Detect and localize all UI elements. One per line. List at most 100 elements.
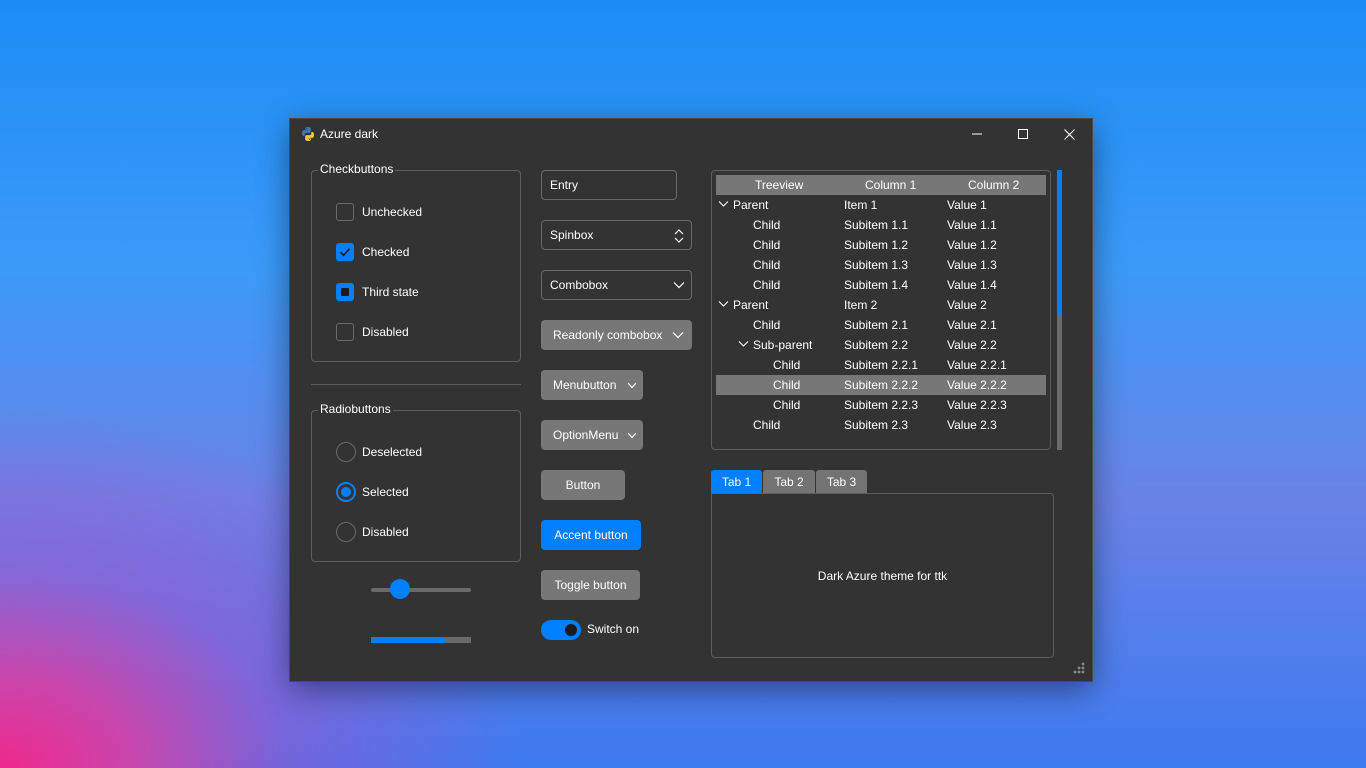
checkbutton-checked[interactable]: Checked (336, 241, 409, 263)
checkbutton-disabled: Disabled (336, 321, 409, 343)
treeview-header-column1[interactable]: Column 1 (865, 178, 916, 192)
chevron-down-icon[interactable] (718, 200, 729, 208)
checkbutton-third-state[interactable]: Third state (336, 281, 419, 303)
tree-row[interactable]: Child Subitem 1.1 Value 1.1 (716, 215, 1046, 235)
tab-3[interactable]: Tab 3 (816, 470, 867, 493)
radio-selected-circle (336, 482, 356, 502)
tab-1[interactable]: Tab 1 (711, 470, 762, 493)
tree-row[interactable]: Child Subitem 2.2.2 Value 2.2.2 (716, 375, 1046, 395)
tree-cell-col2: Value 2.2.3 (947, 398, 1007, 412)
toggle-button[interactable]: Toggle button (541, 570, 640, 600)
tree-cell-col1: Subitem 1.2 (844, 238, 909, 252)
treeview-header-column2[interactable]: Column 2 (968, 178, 1019, 192)
radio-disabled-circle (336, 522, 356, 542)
treeview[interactable]: Treeview Column 1 Column 2 Parent Item 1 V… (711, 170, 1051, 450)
tree-row[interactable]: Child Subitem 1.3 Value 1.3 (716, 255, 1046, 275)
readonly-combobox-text: Readonly combobox (553, 328, 663, 342)
chevron-down-icon[interactable] (718, 300, 729, 308)
maximize-icon (1018, 129, 1028, 139)
button[interactable]: Button (541, 470, 625, 500)
chevron-down-icon[interactable] (673, 281, 685, 289)
tree-cell-col1: Item 1 (844, 198, 878, 212)
tab-content-text: Dark Azure theme for ttk (817, 569, 948, 583)
tree-cell-col1: Subitem 2.2.3 (844, 398, 919, 412)
radiobutton-disabled: Disabled (336, 521, 409, 543)
tree-cell-name: Child (753, 318, 781, 332)
tree-cell-col2: Value 2.2 (947, 338, 997, 352)
tree-cell-name: Child (753, 418, 781, 432)
checkbuttons-frame-title: Checkbuttons (318, 162, 396, 176)
checkbutton-label: Checked (362, 245, 410, 259)
tree-row[interactable]: Sub-parent Subitem 2.2 Value 2.2 (716, 335, 1046, 355)
tree-row[interactable]: Child Subitem 2.1 Value 2.1 (716, 315, 1046, 335)
checkbutton-label: Disabled (362, 325, 409, 339)
tree-cell-name: Child (753, 238, 781, 252)
close-button[interactable] (1046, 119, 1092, 149)
tab-label: Tab 3 (826, 474, 857, 489)
radiobutton-deselected[interactable]: Deselected (336, 441, 422, 463)
checkbox-unchecked-box (336, 203, 354, 221)
entry-input[interactable]: Entry (541, 170, 677, 200)
tree-row[interactable]: Child Subitem 2.3 Value 2.3 (716, 415, 1046, 435)
optionmenu-text: OptionMenu (553, 428, 619, 442)
checkbutton-label: Unchecked (362, 205, 423, 219)
radio-deselected-circle (336, 442, 356, 462)
tree-cell-name: Parent (733, 198, 769, 212)
tree-cell-col2: Value 2.3 (947, 418, 997, 432)
tree-cell-col1: Subitem 1.3 (844, 258, 909, 272)
tab-2[interactable]: Tab 2 (763, 470, 815, 493)
python-logo-icon (302, 127, 314, 141)
readonly-combobox[interactable]: Readonly combobox (541, 320, 692, 350)
chevron-down-icon[interactable] (738, 340, 749, 348)
switch-knob (565, 624, 577, 636)
tree-cell-col2: Value 1 (947, 198, 987, 212)
tree-cell-name: Child (773, 398, 801, 412)
radiobutton-label: Disabled (362, 525, 409, 539)
minimize-button[interactable] (954, 119, 1000, 149)
scale-handle[interactable] (390, 579, 410, 599)
progressbar-fill (371, 637, 446, 643)
checkbutton-unchecked[interactable]: Unchecked (336, 201, 422, 223)
size-grip-icon[interactable] (1070, 660, 1086, 676)
tree-cell-col2: Value 1.2 (947, 238, 997, 252)
maximize-button[interactable] (1000, 119, 1046, 149)
tree-cell-name: Child (773, 378, 801, 392)
tree-cell-name: Child (773, 358, 801, 372)
spinbox-text: Spinbox (550, 228, 594, 242)
title-bar[interactable]: Azure dark (290, 119, 1092, 149)
treeview-scrollbar[interactable] (1057, 170, 1062, 450)
tree-row[interactable]: Child Subitem 1.2 Value 1.2 (716, 235, 1046, 255)
tree-row[interactable]: Child Subitem 2.2.1 Value 2.2.1 (716, 355, 1046, 375)
treeview-scrollbar-thumb[interactable] (1057, 170, 1062, 315)
radiobutton-selected[interactable]: Selected (336, 481, 409, 503)
scale-track[interactable] (371, 588, 471, 592)
tree-cell-col2: Value 1.3 (947, 258, 997, 272)
tab-label: Tab 1 (721, 474, 752, 489)
tree-cell-name: Child (753, 218, 781, 232)
accent-button[interactable]: Accent button (541, 520, 641, 550)
tree-cell-col2: Value 2 (947, 298, 987, 312)
tree-cell-name: Sub-parent (753, 338, 813, 352)
tree-cell-col1: Subitem 2.1 (844, 318, 909, 332)
menubutton[interactable]: Menubutton (541, 370, 643, 400)
switch-toggle[interactable] (541, 620, 581, 640)
separator (311, 384, 521, 385)
tree-cell-col1: Subitem 1.1 (844, 218, 909, 232)
checkbox-checked-box (336, 243, 354, 261)
combobox-input[interactable]: Combobox (541, 270, 692, 300)
tree-row[interactable]: Child Subitem 1.4 Value 1.4 (716, 275, 1046, 295)
tree-cell-col1: Subitem 2.2 (844, 338, 909, 352)
optionmenu[interactable]: OptionMenu (541, 420, 643, 450)
tree-row[interactable]: Child Subitem 2.2.3 Value 2.2.3 (716, 395, 1046, 415)
tree-row[interactable]: Parent Item 1 Value 1 (716, 195, 1046, 215)
spin-arrows-icon[interactable] (673, 228, 685, 244)
chevron-down-icon (627, 382, 637, 389)
radiobuttons-frame: Radiobuttons Deselected Selected Disable… (311, 402, 521, 562)
treeview-header-name[interactable]: Treeview (755, 178, 803, 192)
tree-row[interactable]: Parent Item 2 Value 2 (716, 295, 1046, 315)
spinbox-input[interactable]: Spinbox (541, 220, 692, 250)
tree-cell-name: Parent (733, 298, 769, 312)
checkbuttons-frame: Checkbuttons Unchecked Checked Third sta… (311, 162, 521, 362)
tree-cell-col2: Value 2.1 (947, 318, 997, 332)
toggle-button-text: Toggle button (554, 578, 627, 592)
